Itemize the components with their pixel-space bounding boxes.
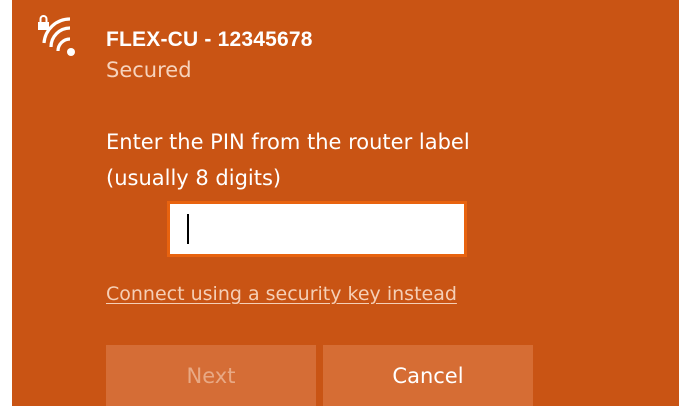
pin-input[interactable]	[167, 201, 467, 257]
use-security-key-link[interactable]: Connect using a security key instead	[106, 283, 457, 305]
wifi-connect-flyout: FLEX-CU - 12345678 Secured Enter the PIN…	[12, 0, 679, 406]
wifi-secured-icon	[38, 15, 75, 56]
pin-prompt-text: Enter the PIN from the router label (usu…	[106, 130, 470, 190]
network-security-status: Secured	[106, 58, 192, 82]
next-button[interactable]: Next	[106, 345, 316, 406]
cancel-button[interactable]: Cancel	[323, 345, 533, 406]
network-name: FLEX-CU - 12345678	[106, 28, 313, 51]
text-caret	[187, 214, 189, 244]
